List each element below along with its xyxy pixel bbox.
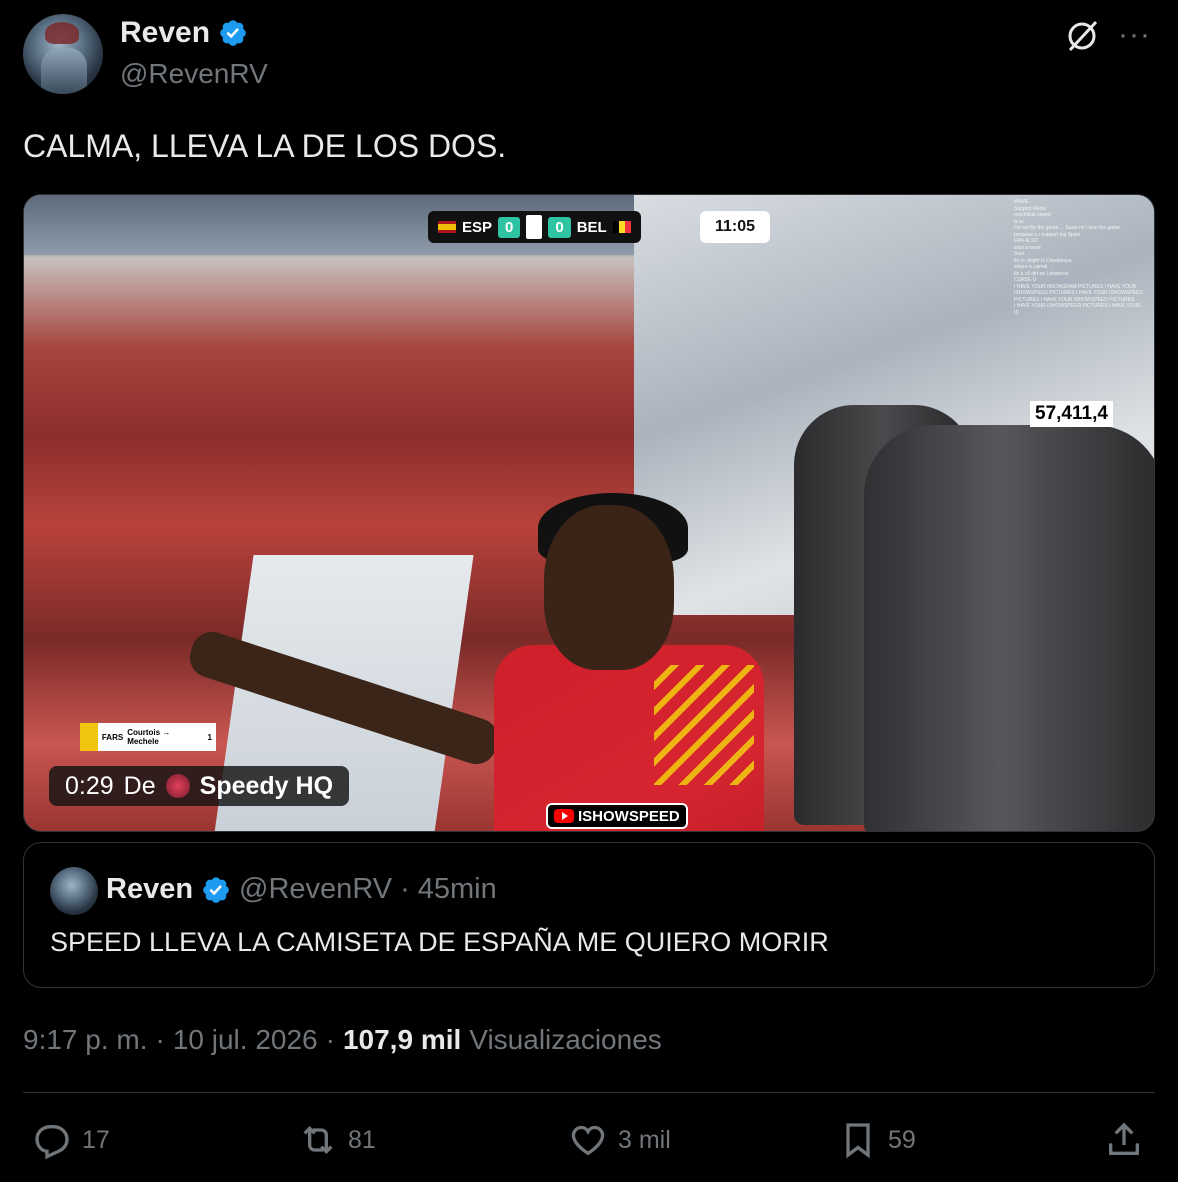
home-team: ESP <box>462 218 493 236</box>
scoreboard: ESP 0 0 BEL <box>428 211 641 243</box>
verified-badge-icon <box>203 876 229 903</box>
tweet-time[interactable]: 9:17 p. m. <box>23 1024 148 1056</box>
separator: · <box>400 873 410 905</box>
source-avatar <box>165 774 190 798</box>
reply-count: 17 <box>82 1125 110 1154</box>
quoted-tweet[interactable]: Reven @RevenRV · 45min SPEED LLEVA LA CA… <box>23 842 1155 988</box>
video-media[interactable]: ESP 0 0 BEL 11:05 WAVE Support Messi ronch… <box>23 194 1155 832</box>
quoted-tweet-text: SPEED LLEVA LA CAMISETA DE ESPAÑA ME QUI… <box>50 927 829 957</box>
quoted-time: 45min <box>417 873 497 905</box>
belgium-flag-icon <box>612 221 631 233</box>
substitution-label: FARS <box>101 732 124 742</box>
reply-button[interactable]: 17 <box>32 1120 110 1160</box>
author-handle[interactable]: @RevenRV <box>120 58 268 90</box>
separator: · <box>325 1024 335 1055</box>
card-icon <box>80 723 98 751</box>
author-display-name[interactable]: Reven <box>120 16 210 50</box>
bookmark-button[interactable]: 59 <box>838 1120 916 1160</box>
tweet-text: CALMA, LLEVA LA DE LOS DOS. <box>23 128 507 164</box>
share-button[interactable] <box>1104 1120 1144 1160</box>
share-icon <box>1109 1122 1139 1155</box>
video-time: 0:29 <box>65 771 114 800</box>
like-button[interactable]: 3 mil <box>568 1120 671 1160</box>
source-name: Speedy HQ <box>199 771 334 800</box>
bookmark-count: 59 <box>888 1125 916 1154</box>
seat <box>864 425 1154 831</box>
bookmark-icon <box>846 1123 870 1159</box>
views-count: 107,9 mil <box>342 1024 462 1055</box>
quoted-author-row: Reven @RevenRV · 45min <box>106 873 497 906</box>
repost-icon <box>303 1125 333 1155</box>
chat-line: IS <box>1014 309 1019 316</box>
divider <box>23 1092 1155 1093</box>
repost-count: 81 <box>348 1125 376 1154</box>
quoted-author-avatar <box>50 867 98 915</box>
home-score: 0 <box>498 216 521 238</box>
author-name-row: Reven <box>120 16 248 50</box>
youtube-icon <box>554 809 574 823</box>
repost-button[interactable]: 81 <box>298 1120 376 1160</box>
grok-icon[interactable] <box>1064 18 1100 54</box>
away-score: 0 <box>548 216 571 238</box>
video-timer-pill[interactable]: 0:29 De Speedy HQ <box>49 766 350 806</box>
reply-icon <box>35 1125 69 1160</box>
source-prefix: De <box>123 771 156 800</box>
verified-badge-icon <box>220 20 246 46</box>
tweet-meta: 9:17 p. m. · 10 jul. 2026 · 107,9 mil Vi… <box>23 1024 662 1056</box>
substitution-text: Courtois → Mechele <box>127 728 171 746</box>
like-count: 3 mil <box>618 1125 671 1154</box>
chat-line: I HAVE YOUR ISHOWSPEED PICTURES I HAVE Y… <box>1014 303 1141 309</box>
viewer-count: 57,411,4 <box>1030 401 1113 427</box>
spain-flag-icon <box>438 221 456 233</box>
substitution-number: 1 <box>207 732 212 742</box>
quoted-author-handle: @RevenRV <box>239 873 393 905</box>
separator: · <box>155 1024 165 1055</box>
match-clock: 11:05 <box>700 211 770 243</box>
chat-line: ISHOWSPEED PICTURES I HAVE YOUR ISHOWSPE… <box>1014 290 1144 296</box>
author-avatar[interactable] <box>23 14 103 94</box>
watermark-text: ISHOWSPEED <box>578 807 680 825</box>
stream-chat: WAVE Support Messi ronchibuit speed is sc I'… <box>1014 199 1154 389</box>
tournament-logo-icon <box>526 215 543 239</box>
head <box>544 505 674 670</box>
tweet-date[interactable]: 10 jul. 2026 <box>173 1024 318 1056</box>
ishowspeed-watermark: ISHOWSPEED <box>546 803 688 829</box>
quoted-author-name: Reven <box>106 873 194 905</box>
more-options-icon[interactable]: ··· <box>1118 20 1151 50</box>
away-team: BEL <box>576 218 607 236</box>
streamer-figure <box>184 485 804 831</box>
views-label: Visualizaciones <box>469 1024 662 1055</box>
heart-icon <box>571 1125 605 1156</box>
substitution-card: FARS Courtois → Mechele 1 <box>80 723 216 751</box>
